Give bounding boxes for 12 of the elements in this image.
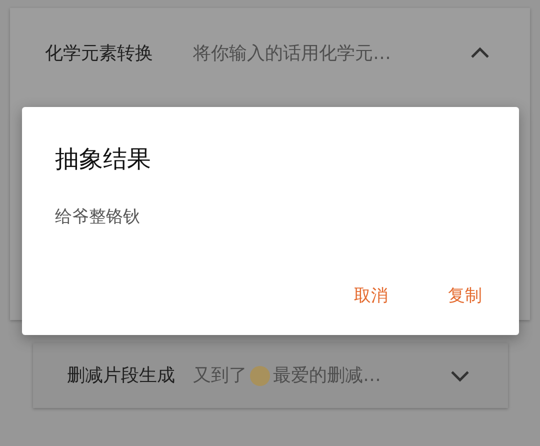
panel-description: 又到了 <box>193 364 247 388</box>
chevron-down-icon[interactable] <box>450 370 470 382</box>
dialog-button[interactable]: 复制 <box>444 278 486 315</box>
panel-title: 删减片段生成 <box>67 364 175 388</box>
panel-description: 将你输入的话用化学元… <box>193 42 391 66</box>
emoji-icon <box>249 364 271 386</box>
panel-title: 化学元素转换 <box>45 42 153 66</box>
panel-description: 最爱的删减… <box>273 364 381 388</box>
chevron-up-icon[interactable] <box>470 47 490 59</box>
dialog-button[interactable]: 取消 <box>350 278 392 315</box>
result-text: 给爷整铬钬 <box>55 206 141 229</box>
dialog-title: 抽象结果 <box>55 144 152 175</box>
